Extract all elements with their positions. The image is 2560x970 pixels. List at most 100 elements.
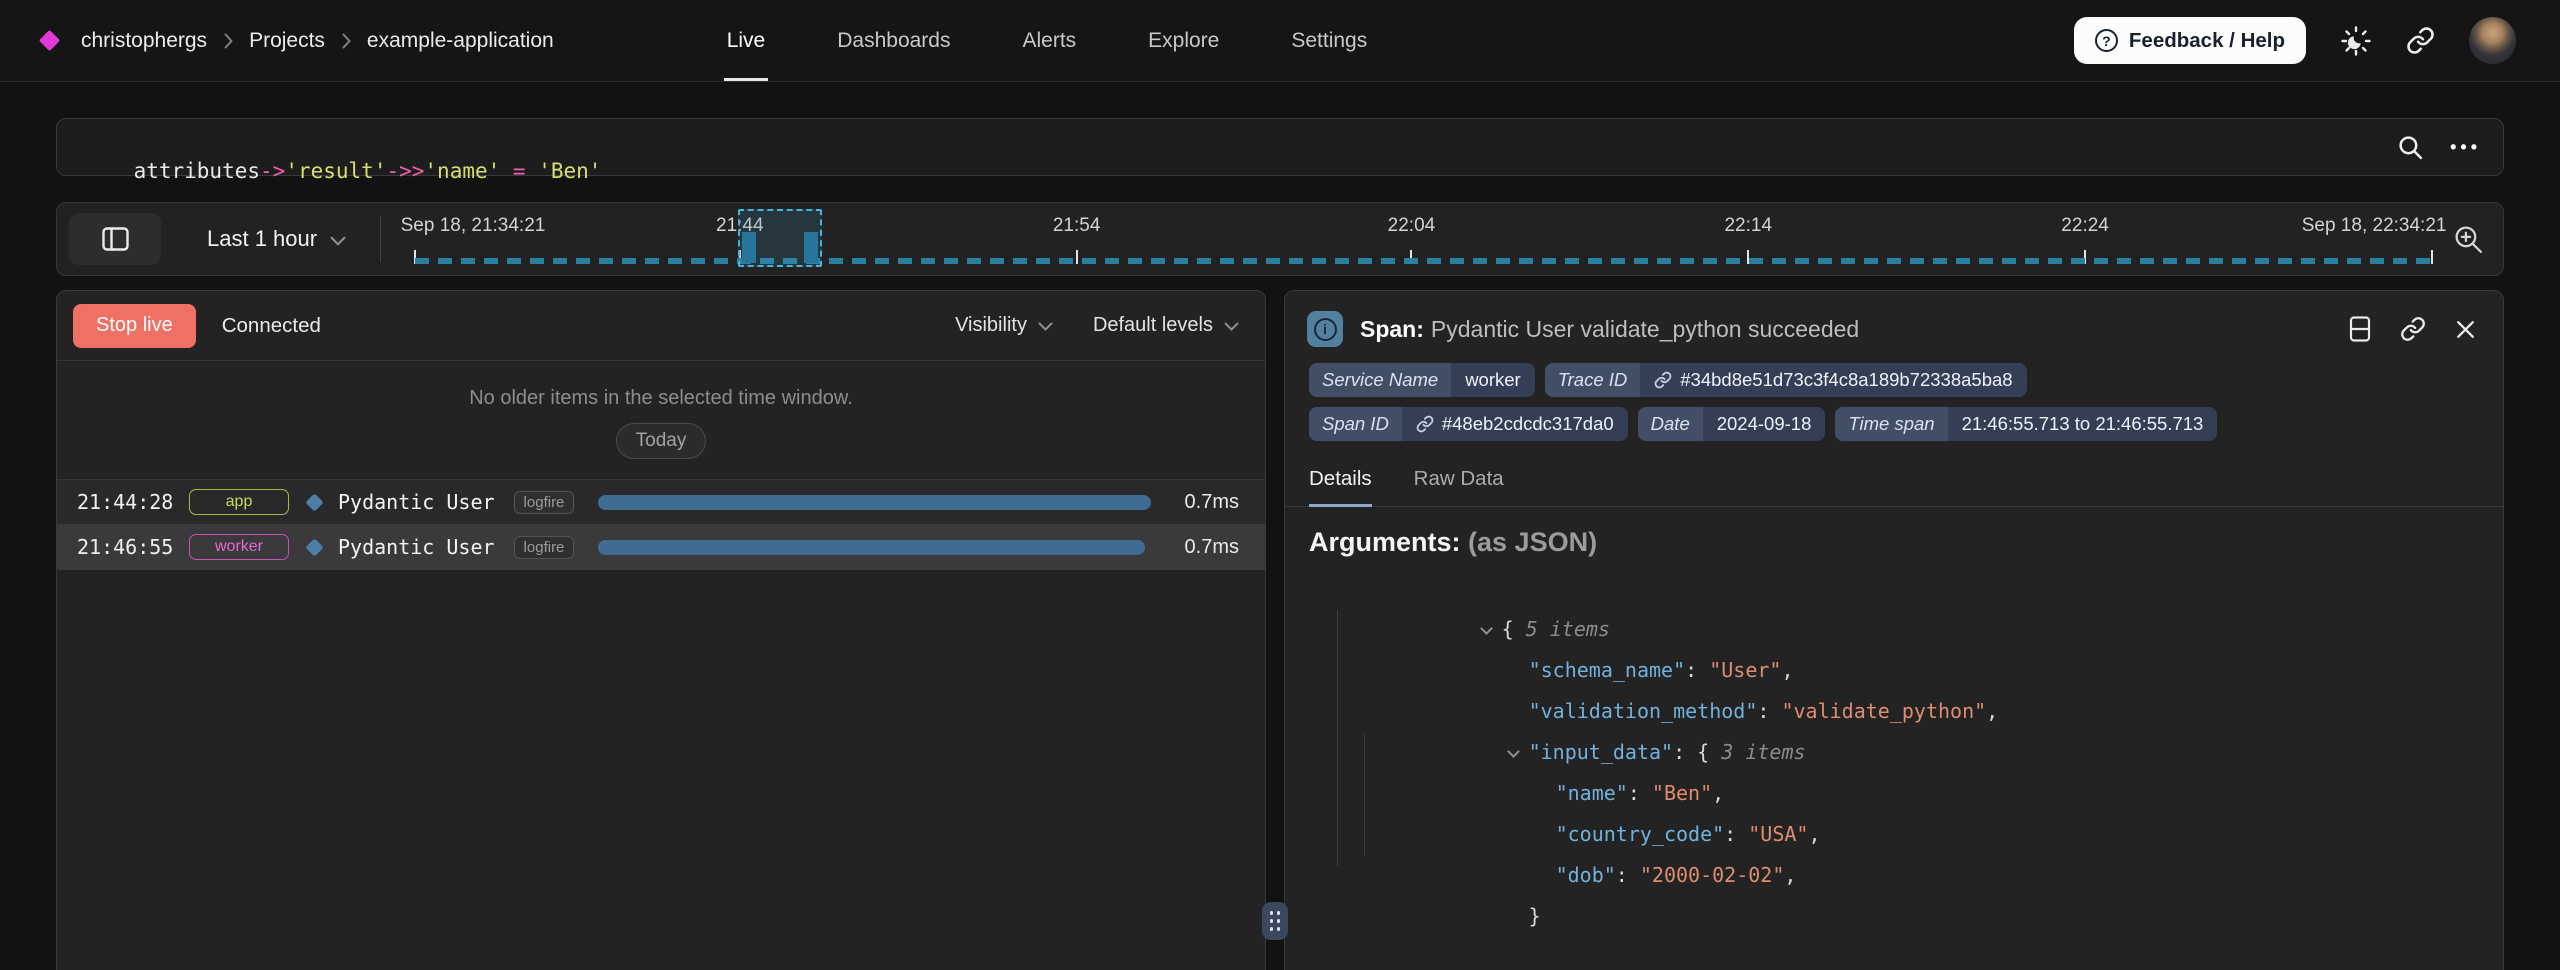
visibility-dropdown[interactable]: Visibility (955, 314, 1053, 337)
details-tab[interactable]: Raw Data (1414, 467, 1504, 507)
collapse-caret-icon[interactable] (1509, 732, 1529, 773)
arguments-heading: Arguments: (as JSON) (1309, 527, 2479, 558)
json-token: , (1808, 822, 1820, 846)
time-range-dropdown[interactable]: Last 1 hour (207, 226, 346, 252)
log-timestamp: 21:44:28 (77, 490, 189, 514)
close-icon (2454, 318, 2477, 341)
timeline-selection[interactable] (738, 209, 823, 267)
close-panel-button[interactable] (2454, 318, 2477, 341)
today-button[interactable]: Today (616, 423, 707, 459)
query-token: 'Ben' (538, 159, 601, 183)
scope-badge[interactable]: logfire (514, 536, 575, 559)
share-link-button[interactable] (2406, 26, 2435, 55)
panel-left-icon (102, 227, 129, 251)
span-metadata: Service Name worker Trace ID (1285, 363, 2503, 441)
json-tokens: "dob": "2000-02-02", (1556, 863, 1797, 887)
sidebar-toggle-button[interactable] (69, 213, 161, 265)
empty-message: No older items in the selected time wind… (57, 387, 1265, 410)
timeline-tick-label: 22:14 (1724, 215, 1772, 237)
breadcrumb-org[interactable]: christophergs (81, 29, 207, 53)
avatar[interactable] (2469, 17, 2516, 64)
duration-label: 0.7ms (1171, 491, 1265, 514)
json-token: : (1757, 699, 1781, 723)
metadata-chip[interactable]: Service Name worker (1309, 363, 1535, 397)
json-token: : (1628, 781, 1652, 805)
feedback-help-label: Feedback / Help (2129, 29, 2285, 53)
query-bar[interactable]: attributes->'result'->>'name' = 'Ben' ••… (56, 118, 2504, 176)
collapse-caret-icon[interactable] (1482, 609, 1502, 650)
logfire-logo-icon[interactable] (39, 30, 60, 51)
span-details-panel: i Span:Pydantic User validate_python suc… (1284, 290, 2504, 970)
json-token: , (1986, 699, 1998, 723)
json-token: : (1616, 863, 1640, 887)
metadata-chip[interactable]: Trace ID #34bd8e51d73c3f4c8a189b72338a5b… (1545, 363, 2027, 397)
nav-tab[interactable]: Alerts (1019, 0, 1079, 81)
nav-tab[interactable]: Settings (1288, 0, 1370, 81)
theme-toggle-button[interactable] (2340, 25, 2372, 57)
log-row[interactable]: 21:46:55 worker Pydantic User logfire 0.… (57, 525, 1265, 570)
metadata-chip[interactable]: Span ID #48eb2cdcdc317da0 (1309, 407, 1628, 441)
duration-bar[interactable] (598, 495, 1151, 510)
link-icon (1654, 371, 1672, 389)
search-icon[interactable] (2397, 134, 2424, 161)
json-tokens: { 5 items (1502, 617, 1610, 641)
nav-tab[interactable]: Explore (1145, 0, 1222, 81)
link-icon (2400, 316, 2426, 342)
copy-link-button[interactable] (2400, 316, 2426, 342)
metadata-row: Span ID #48eb2cdcdc317da0 Date (1309, 407, 2479, 441)
json-token: "input_data" (1529, 740, 1674, 764)
json-tokens: "schema_name": "User", (1529, 658, 1794, 682)
query-token: attributes (134, 159, 260, 183)
metadata-value: 21:46:55.713 to 21:46:55.713 (1948, 407, 2218, 441)
log-timestamp: 21:46:55 (77, 535, 189, 559)
json-token: "name" (1556, 781, 1628, 805)
json-token: "USA" (1748, 822, 1808, 846)
stop-live-button[interactable]: Stop live (73, 304, 196, 348)
tree-guide (1337, 610, 1338, 866)
nav-tab[interactable]: Live (724, 0, 769, 81)
breadcrumb-projects[interactable]: Projects (249, 29, 325, 53)
default-levels-dropdown[interactable]: Default levels (1093, 314, 1239, 337)
json-token: , (1712, 781, 1724, 805)
timeline-tick-label: Sep 18, 21:34:21 (401, 215, 546, 237)
duration-bar[interactable] (598, 540, 1145, 555)
empty-notice: No older items in the selected time wind… (57, 361, 1265, 480)
question-circle-icon: ? (2095, 29, 2118, 52)
json-token: , (1784, 863, 1796, 887)
live-view-header: Stop live Connected Visibility Default l… (57, 291, 1265, 361)
panel-splitter[interactable] (1262, 902, 1288, 940)
chevron-down-icon (1224, 322, 1239, 331)
feedback-help-button[interactable]: ? Feedback / Help (2074, 17, 2306, 64)
json-tokens: "name": "Ben", (1556, 781, 1725, 805)
main-nav: Live Dashboards Alerts Explore Settings (724, 0, 1371, 81)
more-menu-button[interactable]: ••• (2450, 137, 2481, 158)
query-input[interactable]: attributes->'result'->>'name' = 'Ben' (83, 111, 2397, 183)
tree-guide (1364, 733, 1365, 856)
metadata-label: Service Name (1309, 363, 1451, 397)
breadcrumb: christophergs Projects example-applicati… (36, 0, 554, 81)
log-row[interactable]: 21:44:28 app Pydantic User logfire 0.7ms (57, 480, 1265, 525)
details-tab[interactable]: Details (1309, 467, 1372, 507)
json-tokens: "country_code": "USA", (1556, 822, 1821, 846)
details-tabs: Details Raw Data (1285, 451, 2503, 507)
metadata-chip[interactable]: Time span 21:46:55.713 to 21:46:55.713 (1835, 407, 2217, 441)
timeline-tick-label: 22:04 (1388, 215, 1436, 237)
split-view-button[interactable] (2348, 316, 2372, 342)
time-range-label: Last 1 hour (207, 226, 317, 252)
timeline-chart[interactable]: Sep 18, 21:34:21 21:44 21:54 22: (415, 203, 2432, 275)
environment-badge[interactable]: app (189, 489, 289, 515)
environment-badge[interactable]: worker (189, 534, 289, 560)
json-token: 5 items (1526, 617, 1610, 641)
json-line: { 5 items (1309, 568, 2479, 609)
topbar: christophergs Projects example-applicati… (0, 0, 2560, 82)
metadata-chip[interactable]: Date 2024-09-18 (1638, 407, 1826, 441)
json-token: : (1724, 822, 1748, 846)
breadcrumb-project-name[interactable]: example-application (367, 29, 554, 53)
scope-badge[interactable]: logfire (514, 491, 575, 514)
json-token: 3 items (1721, 740, 1805, 764)
span-title-text: Pydantic User validate_python succeeded (1431, 316, 1859, 342)
nav-tab[interactable]: Dashboards (834, 0, 953, 81)
json-token: , (1781, 658, 1793, 682)
histogram-bar (804, 232, 818, 263)
zoom-in-button[interactable] (2452, 223, 2485, 256)
